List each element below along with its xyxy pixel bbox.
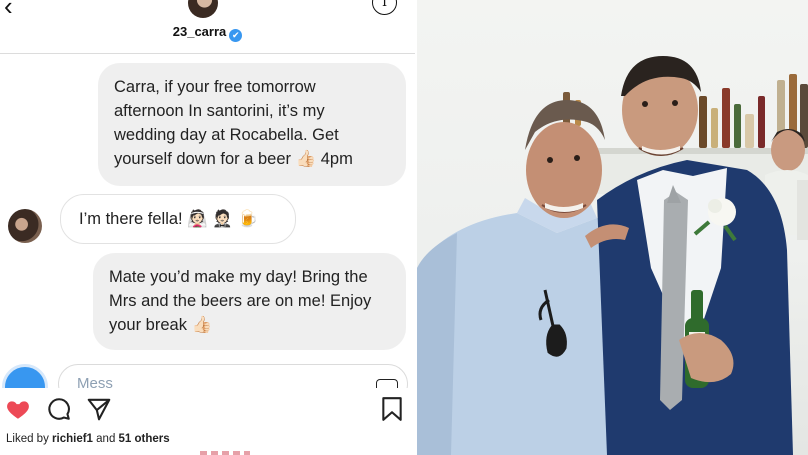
message-input-placeholder: Mess xyxy=(77,375,113,388)
likes-summary[interactable]: Liked by richief1 and 51 others xyxy=(6,433,170,445)
instagram-dm-screenshot: ‹ 23_carra ✔ i Carra, if your free tomorr… xyxy=(0,0,415,455)
message-text: Mate you’d make my day! Bring the Mrs an… xyxy=(109,268,372,334)
message-composer: Mess ♡ xyxy=(0,362,415,388)
outgoing-message[interactable]: Mate you’d make my day! Bring the Mrs an… xyxy=(93,253,406,350)
likes-middle: and xyxy=(92,433,119,445)
back-icon[interactable]: ‹ xyxy=(4,0,24,19)
username-text: 23_carra xyxy=(172,24,227,39)
incoming-message[interactable]: I’m there fella! 👰🏻 🤵🏻 🍺 xyxy=(60,194,296,244)
outgoing-message[interactable]: Carra, if your free tomorrow afternoon I… xyxy=(98,63,406,186)
likes-prefix: Liked by xyxy=(6,433,53,445)
liked-by-user[interactable]: richief1 xyxy=(52,433,93,445)
likes-count[interactable]: 51 others xyxy=(119,433,170,445)
photo-illustration xyxy=(417,56,808,455)
share-icon[interactable] xyxy=(86,396,112,422)
camera-icon[interactable] xyxy=(2,364,48,388)
save-icon[interactable] xyxy=(381,396,403,422)
message-text: I’m there fella! 👰🏻 🤵🏻 🍺 xyxy=(79,210,259,228)
gallery-icon[interactable] xyxy=(376,379,398,388)
info-icon[interactable]: i xyxy=(372,0,397,15)
sender-avatar[interactable] xyxy=(8,209,42,243)
verified-badge-icon: ✔ xyxy=(229,29,243,42)
comment-icon[interactable] xyxy=(46,396,72,422)
message-input[interactable]: Mess ♡ xyxy=(58,364,408,388)
clipped-caption xyxy=(200,451,250,455)
avatar[interactable] xyxy=(188,0,218,18)
dm-header: ‹ 23_carra ✔ i xyxy=(0,0,415,54)
like-icon[interactable] xyxy=(5,396,31,422)
username-label[interactable]: 23_carra ✔ xyxy=(0,24,415,42)
message-text: Carra, if your free tomorrow afternoon I… xyxy=(114,78,353,168)
post-action-bar: Liked by richief1 and 51 others xyxy=(0,388,415,455)
wedding-photo xyxy=(417,0,808,455)
